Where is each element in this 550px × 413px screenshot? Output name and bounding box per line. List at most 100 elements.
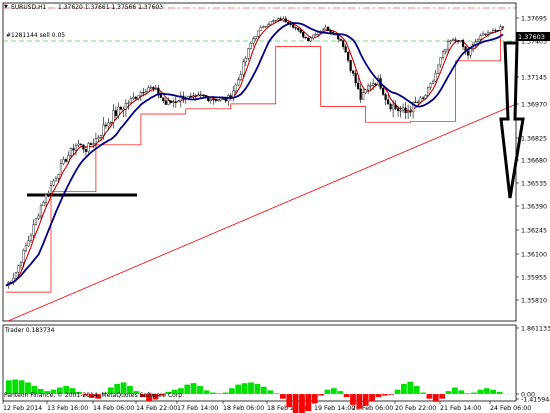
candle-body xyxy=(84,148,88,152)
candle-body xyxy=(107,122,110,127)
candle-body xyxy=(297,28,300,31)
candle-body xyxy=(484,33,487,35)
candle-body xyxy=(27,240,30,247)
candle-body xyxy=(344,46,347,53)
histogram-bar xyxy=(229,388,235,394)
candle-body xyxy=(489,32,492,34)
histogram-bar xyxy=(235,384,242,394)
chart-window[interactable]: 1.37695 1.37405 1.37145 1.36970 1.36825 1.366… xyxy=(0,0,550,413)
candle-body xyxy=(42,202,45,207)
candle-body xyxy=(139,92,142,96)
candle-body xyxy=(149,87,152,89)
candle-body xyxy=(254,36,257,39)
candle-body xyxy=(114,110,117,116)
candle-body xyxy=(17,265,20,273)
candle-body xyxy=(147,87,150,92)
copyright-text: Panteon Finance, © 2001-2014, MetaQuotes… xyxy=(4,392,185,399)
candle-body xyxy=(451,39,455,41)
candle-body xyxy=(476,39,480,42)
candle-body xyxy=(214,99,217,101)
histogram-bar xyxy=(477,389,484,394)
candle-body xyxy=(102,124,105,136)
candle-body xyxy=(439,57,442,66)
histogram-bar xyxy=(369,394,375,401)
histogram-bar xyxy=(267,390,274,394)
candle-body xyxy=(494,30,497,32)
time-tick-label: 12 Feb 2014 xyxy=(3,405,42,412)
candle-body xyxy=(409,111,412,113)
candle-body xyxy=(39,205,43,217)
candle-body xyxy=(312,34,315,39)
candle-body xyxy=(404,107,407,114)
candle-body xyxy=(466,50,470,56)
candle-body xyxy=(242,61,245,75)
time-tick-label: 18 Feb 06:00 xyxy=(223,405,264,412)
candle-body xyxy=(97,137,100,139)
candle-body xyxy=(362,92,365,100)
candle-body xyxy=(262,26,265,28)
candle-body xyxy=(456,40,460,42)
candle-body xyxy=(292,24,295,28)
candle-body xyxy=(446,41,450,50)
candle-body xyxy=(397,108,400,112)
candle-body xyxy=(89,143,93,145)
histogram-bar xyxy=(337,391,344,394)
candle-body xyxy=(99,135,103,138)
candle-body xyxy=(252,38,255,44)
candle-body xyxy=(279,18,282,21)
candle-body xyxy=(299,29,302,33)
candle-body xyxy=(416,101,420,104)
candle-body xyxy=(189,95,192,98)
candle-body xyxy=(62,159,65,164)
candle-body xyxy=(357,82,360,89)
candle-body xyxy=(384,94,387,100)
price-tick-label: 1.36535 xyxy=(521,180,547,187)
ohlc-values: 1.37620 1.37661 1.37566 1.37603 xyxy=(58,4,163,11)
candle-body xyxy=(32,224,35,236)
candle-body xyxy=(402,107,405,111)
candle-body xyxy=(249,43,252,49)
candle-body xyxy=(34,218,38,225)
candle-body xyxy=(199,94,202,96)
candle-body xyxy=(406,111,410,114)
histogram-bar xyxy=(452,387,458,394)
candle-body xyxy=(82,144,85,150)
candle-body xyxy=(304,36,307,39)
candle-body xyxy=(369,85,372,87)
price-tick-label: 1.36825 xyxy=(521,135,547,142)
order-label[interactable]: #1281144 sell 0.05 xyxy=(6,32,65,39)
histogram-bar xyxy=(286,394,293,408)
candle-body xyxy=(132,96,135,99)
candle-body xyxy=(352,70,355,74)
price-tick-label: 1.36970 xyxy=(521,101,547,108)
candle-body xyxy=(164,100,167,105)
candle-body xyxy=(284,18,287,23)
candle-body xyxy=(49,185,53,194)
candle-body xyxy=(486,32,490,35)
candle-body xyxy=(424,95,427,99)
candle-body xyxy=(79,143,83,146)
histogram-bar xyxy=(292,394,299,413)
histogram-bar xyxy=(356,394,363,409)
histogram-bar xyxy=(190,383,197,394)
histogram-bar xyxy=(279,394,286,399)
candle-body xyxy=(169,100,172,103)
candle-body xyxy=(431,80,435,84)
candle-body xyxy=(209,98,212,102)
candle-body xyxy=(372,83,375,86)
price-panel[interactable] xyxy=(2,2,517,322)
candle-body xyxy=(14,272,18,279)
candle-body xyxy=(142,92,145,94)
candle-body xyxy=(154,87,157,89)
candle-body xyxy=(44,194,48,203)
chart-canvas[interactable]: 1.376951.374051.371451.369701.368251.366… xyxy=(0,0,550,413)
candle-body xyxy=(257,30,260,37)
price-tick-label: 1.35955 xyxy=(521,274,547,281)
candle-body xyxy=(354,73,357,84)
candle-body xyxy=(64,159,68,162)
candle-body xyxy=(399,110,402,112)
histogram-bar xyxy=(394,389,401,394)
candle-body xyxy=(349,60,352,71)
candle-body xyxy=(347,51,350,61)
time-tick-label: 21 Feb 14:00 xyxy=(440,405,481,412)
